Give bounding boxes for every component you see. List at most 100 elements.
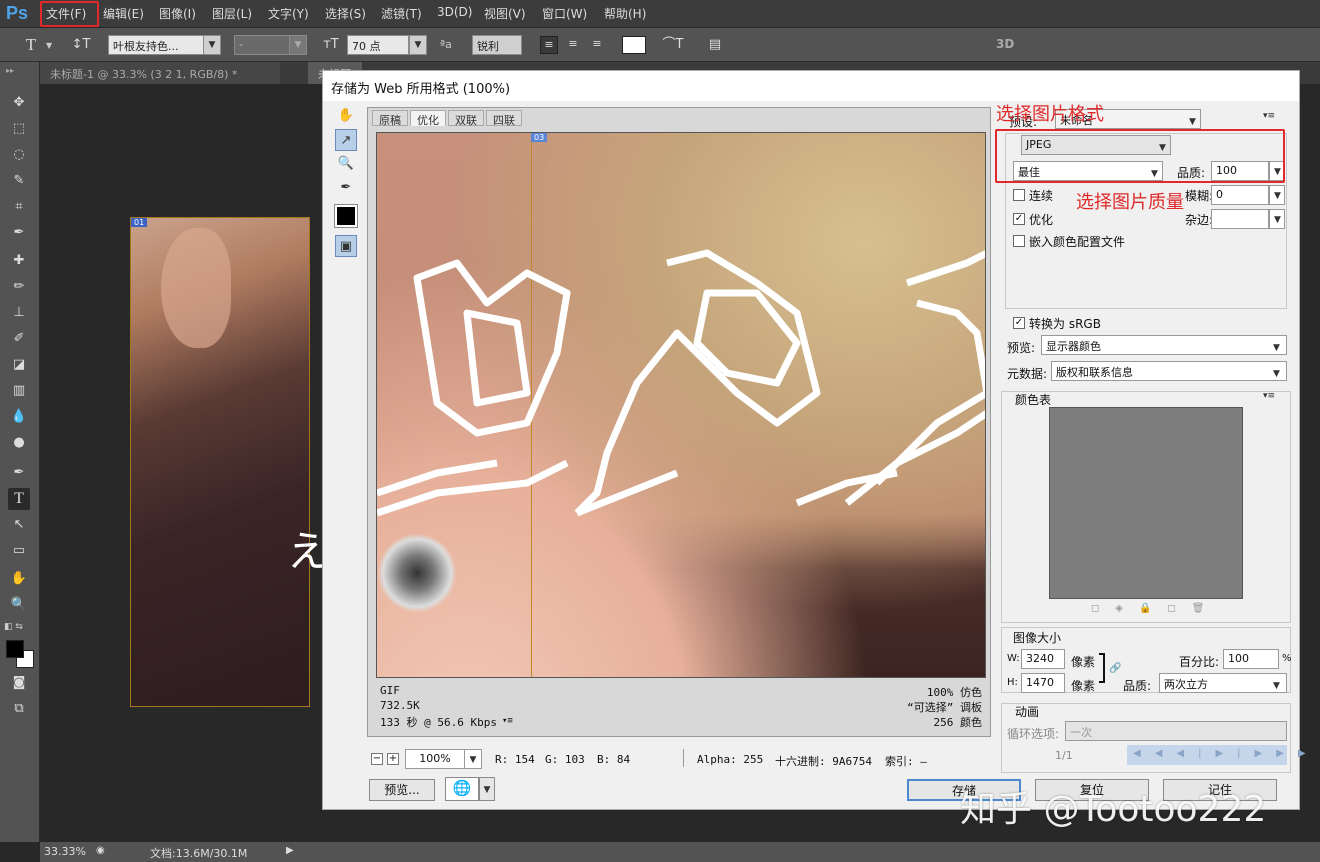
text-color-swatch[interactable]: [622, 36, 646, 54]
menu-item-5[interactable]: 选择(S): [325, 5, 366, 22]
height-field[interactable]: 1470: [1021, 673, 1065, 693]
quick-mask-icon[interactable]: ◙: [8, 672, 30, 694]
menu-item-9[interactable]: 窗口(W): [542, 5, 587, 22]
optimized-checkbox[interactable]: ✓: [1013, 213, 1025, 225]
clone-stamp-tool-icon[interactable]: ⊥: [8, 302, 30, 324]
menu-item-10[interactable]: 帮助(H): [604, 5, 646, 22]
hand-tool-icon[interactable]: ✋: [8, 568, 30, 590]
brush-tool-icon[interactable]: ✏: [8, 276, 30, 298]
tab-optimized[interactable]: 优化: [410, 110, 446, 127]
blur-dropdown[interactable]: ▼: [1269, 185, 1285, 205]
marquee-tool-icon[interactable]: ⬚: [8, 118, 30, 140]
loop-select[interactable]: 一次: [1065, 721, 1287, 741]
embed-profile-checkbox[interactable]: [1013, 235, 1025, 247]
menu-item-8[interactable]: 视图(V): [484, 5, 526, 22]
browser-preview-icon[interactable]: 🌐: [445, 777, 479, 801]
font-family-dropdown[interactable]: ▼: [203, 35, 221, 55]
screen-mode-icon[interactable]: ⧉: [8, 698, 30, 720]
zoom-tool-icon[interactable]: 🔍: [8, 594, 30, 616]
menu-item-7[interactable]: 3D(D): [437, 5, 472, 19]
align-right-icon[interactable]: ≡: [588, 36, 606, 54]
move-tool-icon[interactable]: ✥: [8, 92, 30, 114]
slice-select-tool-icon[interactable]: ↗: [335, 129, 357, 151]
toggle-orientation-icon[interactable]: ↕T: [70, 34, 92, 56]
threed-mode-label[interactable]: 3D: [996, 37, 1014, 51]
percent-field[interactable]: 100: [1223, 649, 1279, 669]
file-menu-highlight: [40, 1, 99, 27]
font-style-field[interactable]: -: [234, 35, 290, 55]
collapse-icon[interactable]: ▸▸: [6, 66, 14, 75]
resample-select[interactable]: 两次立方: [1159, 673, 1287, 693]
dialog-zoom-tool-icon[interactable]: 🔍: [335, 153, 357, 175]
link-proportions-icon[interactable]: 🔗: [1109, 663, 1121, 674]
warp-text-icon[interactable]: ⌒T: [662, 34, 684, 56]
zoom-out-icon[interactable]: −: [371, 753, 383, 765]
dialog-hand-tool-icon[interactable]: ✋: [335, 105, 357, 127]
settings-menu-icon[interactable]: ▾≡: [1263, 111, 1275, 121]
align-center-icon[interactable]: ≡: [564, 36, 582, 54]
pen-tool-icon[interactable]: ✒: [8, 462, 30, 484]
preview-select[interactable]: 显示器颜色: [1041, 335, 1287, 355]
menu-item-4[interactable]: 文字(Y): [268, 5, 309, 22]
animation-controls[interactable]: ◀◀◀|▶|▶▶▶: [1127, 745, 1306, 765]
zoom-level-field[interactable]: 100%: [405, 749, 465, 769]
blur-field[interactable]: 0: [1211, 185, 1269, 205]
crop-tool-icon[interactable]: ⌗: [8, 196, 30, 218]
font-size-dropdown[interactable]: ▼: [409, 35, 427, 55]
zoom-in-icon[interactable]: +: [387, 753, 399, 765]
progressive-checkbox[interactable]: [1013, 189, 1025, 201]
type-tool-preset-icon[interactable]: T: [20, 34, 42, 56]
history-brush-tool-icon[interactable]: ✐: [8, 328, 30, 350]
tab-4up[interactable]: 四联: [486, 110, 522, 127]
gradient-tool-icon[interactable]: ▥: [8, 380, 30, 402]
character-panel-icon[interactable]: ▤: [704, 34, 726, 56]
status-menu-icon[interactable]: ▶: [286, 845, 294, 856]
preset-chevron-icon[interactable]: ▼: [46, 41, 52, 50]
quick-select-tool-icon[interactable]: ✎: [8, 170, 30, 192]
menu-item-1[interactable]: 编辑(E): [103, 5, 144, 22]
eyedropper-color-swatch[interactable]: [334, 204, 358, 228]
font-family-field[interactable]: 叶根友持色...: [108, 35, 204, 55]
default-colors-icon[interactable]: ◧ ⇆: [4, 622, 23, 632]
font-style-dropdown[interactable]: ▼: [289, 35, 307, 55]
color-table-grid[interactable]: [1049, 407, 1243, 599]
menu-item-6[interactable]: 滤镜(T): [381, 5, 422, 22]
tab-document-1[interactable]: 未标题-1 @ 33.3% (3 2 1, RGB/8) *: [40, 62, 280, 84]
status-zoom[interactable]: 33.33%: [44, 845, 86, 858]
menu-item-2[interactable]: 图像(I): [159, 5, 196, 22]
tab-2up[interactable]: 双联: [448, 110, 484, 127]
dodge-tool-icon[interactable]: ●: [8, 432, 30, 454]
preview-button[interactable]: 预览...: [369, 779, 435, 801]
save-for-web-dialog: 存储为 Web 所用格式 (100%) ✋ ↗ 🔍 ✒ ▣ 原稿 优化 双联 四…: [322, 70, 1306, 810]
lasso-tool-icon[interactable]: ◌: [8, 144, 30, 166]
font-size-field[interactable]: 70 点: [347, 35, 409, 55]
foreground-color-swatch[interactable]: [6, 640, 24, 658]
width-field[interactable]: 3240: [1021, 649, 1065, 669]
align-left-icon[interactable]: ≡: [540, 36, 558, 54]
zoom-dropdown[interactable]: ▼: [464, 749, 482, 769]
tab-original[interactable]: 原稿: [372, 110, 408, 127]
optimized-preview-image[interactable]: 03: [376, 132, 986, 678]
download-speed-menu-icon[interactable]: ▾≡: [502, 716, 513, 726]
eyedropper-tool-icon[interactable]: ✒: [8, 222, 30, 244]
antialias-field[interactable]: 锐利: [472, 35, 522, 55]
matte-field[interactable]: [1211, 209, 1269, 229]
blur-tool-icon[interactable]: 💧: [8, 406, 30, 428]
status-bar: 33.33% ◉ 文档:13.6M/30.1M ▶: [40, 842, 1320, 862]
eraser-tool-icon[interactable]: ◪: [8, 354, 30, 376]
height-label: H:: [1007, 677, 1018, 688]
metadata-select[interactable]: 版权和联系信息: [1051, 361, 1287, 381]
rectangle-tool-icon[interactable]: ▭: [8, 540, 30, 562]
path-select-tool-icon[interactable]: ↖: [8, 514, 30, 536]
browser-preview-dropdown[interactable]: ▼: [479, 777, 495, 801]
dialog-eyedropper-tool-icon[interactable]: ✒: [335, 177, 357, 199]
healing-brush-tool-icon[interactable]: ✚: [8, 250, 30, 272]
menu-item-3[interactable]: 图层(L): [212, 5, 252, 22]
toggle-slice-visibility-icon[interactable]: ▣: [335, 235, 357, 257]
status-info-icon[interactable]: ◉: [96, 845, 105, 856]
matte-dropdown[interactable]: ▼: [1269, 209, 1285, 229]
type-tool-icon[interactable]: T: [8, 488, 30, 510]
color-table-tools-icons[interactable]: ◻◈🔒◻🗑: [1091, 603, 1220, 614]
convert-srgb-checkbox[interactable]: ✓: [1013, 317, 1025, 329]
color-table-menu-icon[interactable]: ▾≡: [1263, 391, 1275, 401]
